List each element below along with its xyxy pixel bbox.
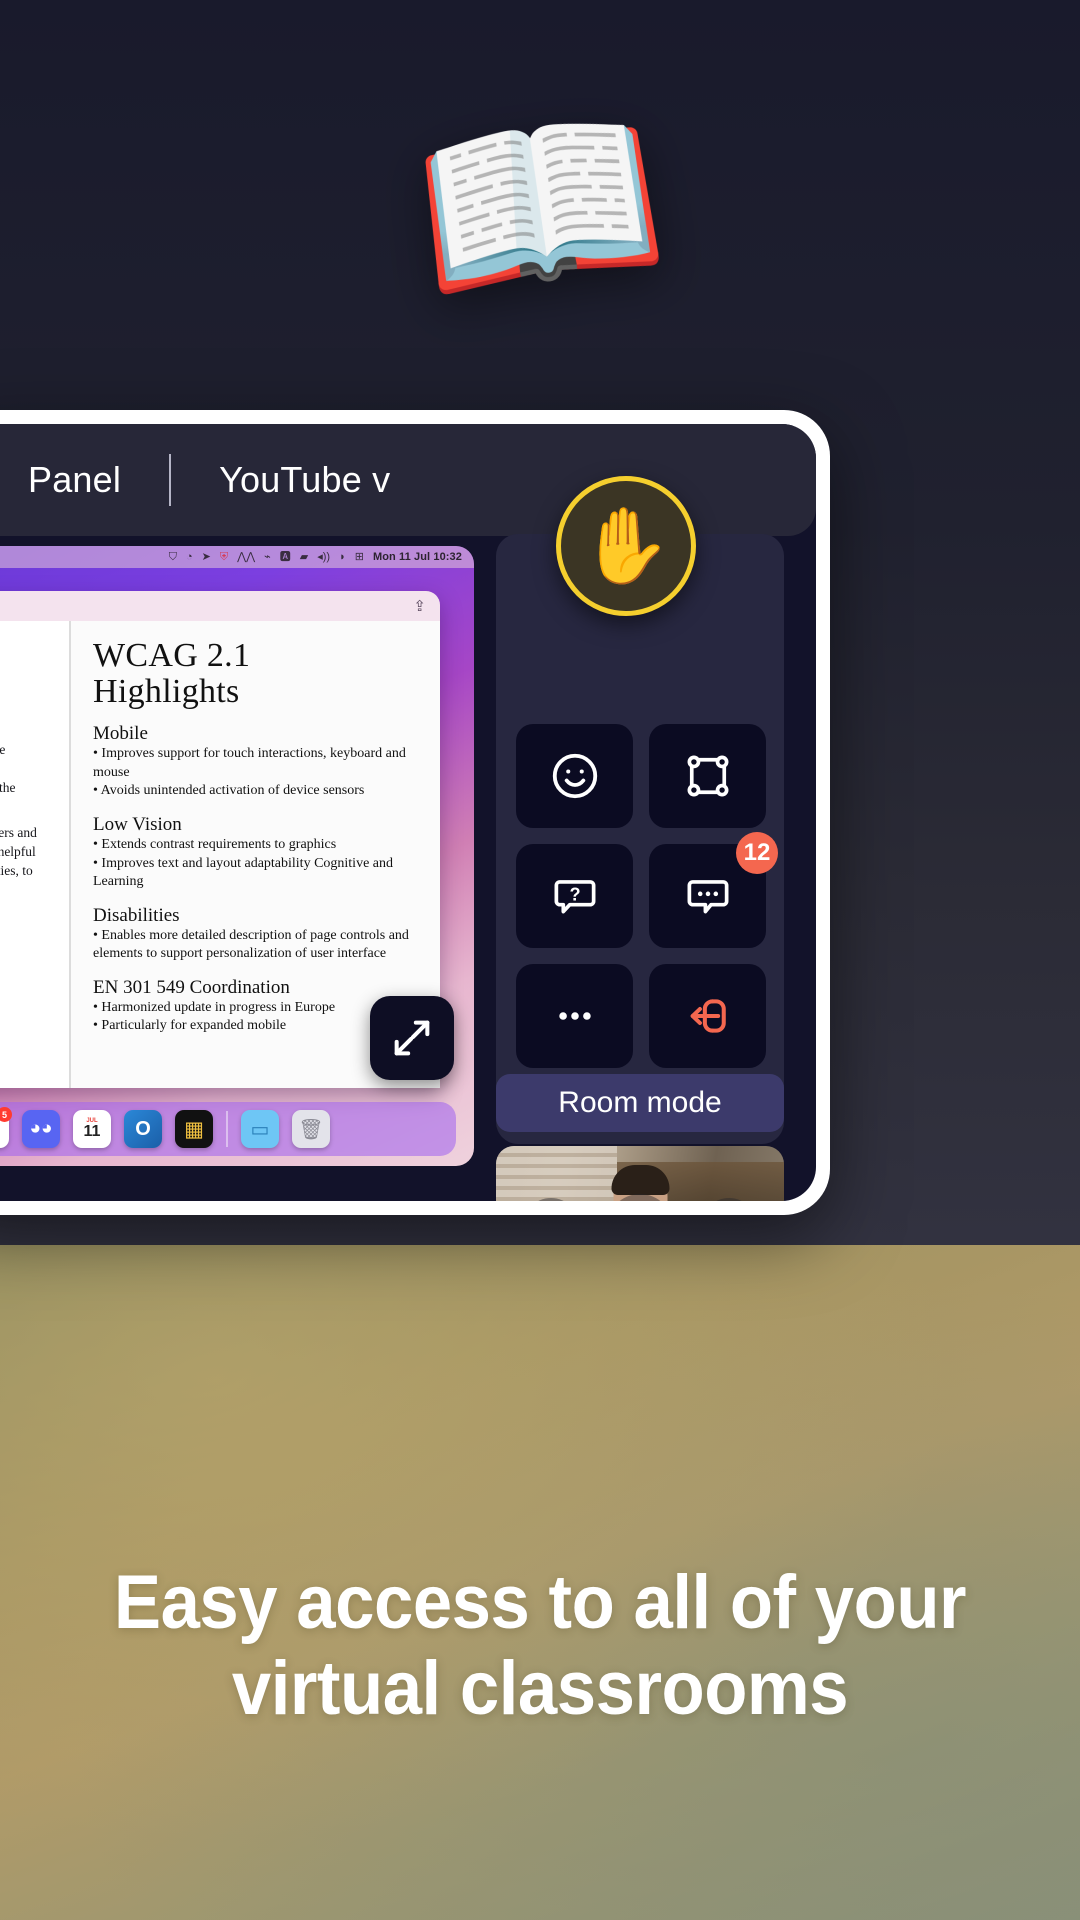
dock-item-outlook[interactable]: O xyxy=(124,1110,162,1148)
mac-menu-bar: ⛉ ◔ ➤ ⛨ ⋀⋀ ⌁ 🅰 ▰ ◂)) ◗ ⊞ Mon 11 Jul 10:3… xyxy=(0,546,474,568)
calendar-day-label: 11 xyxy=(83,1123,101,1140)
dock-badge: 5 xyxy=(0,1107,12,1122)
room-mode-label: Room mode xyxy=(558,1086,722,1119)
marketing-headline: Easy access to all of your virtual class… xyxy=(38,1560,1042,1732)
hero-illustration: 📖 xyxy=(0,76,1080,333)
tab-panel[interactable]: Panel xyxy=(0,459,169,501)
doc-left-paragraph-1: ty experts who are Initiative (WAI) niza… xyxy=(0,741,16,795)
dock-item-tiles[interactable]: ▦ xyxy=(175,1110,213,1148)
tab-divider xyxy=(169,454,172,506)
volume-icon: ◂)) xyxy=(317,550,331,563)
doc-left-bold-4: and visual xyxy=(0,694,59,713)
dock-divider xyxy=(226,1111,228,1147)
raise-hand-button[interactable]: ✋ xyxy=(556,476,696,616)
document-bullet: • Enables more detailed description of p… xyxy=(93,927,409,962)
document-section-heading: Disabilities xyxy=(93,904,180,926)
microphone-toggle-button[interactable] xyxy=(700,1198,759,1201)
whiteboard-button[interactable] xyxy=(649,724,766,828)
document-bullet: • Improves text and layout adaptability … xyxy=(93,855,394,890)
screen-share-area[interactable]: ⛉ ◔ ➤ ⛨ ⋀⋀ ⌁ 🅰 ▰ ◂)) ◗ ⊞ Mon 11 Jul 10:3… xyxy=(0,546,474,1166)
dock-item-finder-folder[interactable]: ▭ xyxy=(241,1110,279,1148)
panel-button-grid: ? 12 xyxy=(516,724,778,1068)
question-bubble-icon: ? xyxy=(554,880,595,914)
camera-toggle-button[interactable] xyxy=(521,1198,580,1201)
control-center-icon: ⊞ xyxy=(354,550,364,563)
search-icon: ◔ xyxy=(185,550,193,563)
frame-corners-icon xyxy=(687,755,728,797)
menu-bar-clock: Mon 11 Jul 10:32 xyxy=(372,551,462,563)
room-mode-button[interactable]: Room mode xyxy=(496,1074,784,1132)
document-section: Low Vision • Extends contrast requiremen… xyxy=(93,814,422,892)
document-left-column: l specifications ns on desktop nge of an… xyxy=(0,621,69,1088)
dock-item-discord[interactable]: ◕◕ xyxy=(22,1110,60,1148)
device-screen: Panel YouTube v ⛉ ◔ ➤ ⛨ ⋀⋀ ⌁ 🅰 ▰ ◂)) ◗ ⊞… xyxy=(0,424,816,1201)
doc-left-paragraph-2: ring tool developers and y. However, it … xyxy=(0,825,37,879)
document-section: Disabilities • Enables more detailed des… xyxy=(93,905,422,964)
document-bullet: • Extends contrast requirements to graph… xyxy=(93,836,337,852)
leave-room-button[interactable] xyxy=(649,964,766,1068)
document-section: Mobile • Improves support for touch inte… xyxy=(93,723,422,801)
questions-button[interactable]: ? xyxy=(516,844,633,948)
headline-line-2: virtual classrooms xyxy=(231,1645,849,1731)
speaker-toggle-button[interactable] xyxy=(606,1194,673,1201)
self-video-tile[interactable] xyxy=(496,1146,784,1201)
expand-screen-button[interactable] xyxy=(370,996,454,1080)
doc-left-bold-3: nge of xyxy=(0,675,59,694)
ellipsis-icon xyxy=(558,1012,591,1020)
dock-item-trash[interactable]: 🗑 xyxy=(292,1110,330,1148)
mac-dock: ◉ ✳5 ◕◕ JUL 11 O ▦ ▭ 🗑 xyxy=(0,1102,456,1156)
raised-hand-emoji: ✋ xyxy=(579,504,673,587)
bluetooth-icon: ⌁ xyxy=(264,550,271,563)
reactions-button[interactable] xyxy=(516,724,633,828)
doc-left-bold-1: l specifications xyxy=(0,637,59,656)
document-subtitle: Highlights xyxy=(93,673,240,710)
chat-button[interactable]: 12 xyxy=(649,832,778,948)
device-frame: Panel YouTube v ⛉ ◔ ➤ ⛨ ⋀⋀ ⌁ 🅰 ▰ ◂)) ◗ ⊞… xyxy=(0,410,830,1215)
dock-item-slack[interactable]: ✳5 xyxy=(0,1107,12,1148)
battery-icon: ▰ xyxy=(299,550,309,563)
share-icon[interactable]: ⇪ xyxy=(413,597,426,615)
app-window-titlebar: ⇪ xyxy=(0,591,440,621)
security-icon: ⛨ xyxy=(219,550,229,563)
headline-line-1: Easy access to all of your xyxy=(113,1560,967,1645)
doc-left-bold-2: ns on desktop xyxy=(0,656,59,675)
shield-icon: ⛉ xyxy=(168,550,177,563)
tab-youtube-video[interactable]: YouTube v xyxy=(171,459,438,501)
chat-bubble-icon xyxy=(687,880,728,914)
exit-door-icon xyxy=(690,999,726,1033)
open-book-emoji: 📖 xyxy=(401,76,679,333)
document-section-heading: EN 301 549 Coordination xyxy=(93,976,290,998)
document-section-heading: Low Vision xyxy=(93,814,182,836)
tab-bar: Panel YouTube v xyxy=(0,424,816,536)
telegram-icon: ➤ xyxy=(201,550,211,563)
wifi-icon: ◗ xyxy=(339,550,346,563)
document-bullet: • Avoids unintended activation of device… xyxy=(93,783,365,799)
svg-text:?: ? xyxy=(569,884,580,904)
expand-arrows-icon xyxy=(394,1020,430,1056)
keyboard-layout-icon: 🅰 xyxy=(279,550,291,563)
document-title: WCAG 2.1 xyxy=(93,637,251,674)
smiley-face-icon xyxy=(552,753,597,799)
monitor-icon: ⋀⋀ xyxy=(237,550,256,563)
video-control-bar xyxy=(496,1146,784,1201)
chat-unread-badge: 12 xyxy=(736,832,778,874)
document-bullet: • Improves support for touch interaction… xyxy=(93,746,406,780)
more-options-button[interactable] xyxy=(516,964,633,1068)
dock-item-calendar[interactable]: JUL 11 xyxy=(73,1110,111,1148)
document-section-heading: Mobile xyxy=(93,723,148,745)
